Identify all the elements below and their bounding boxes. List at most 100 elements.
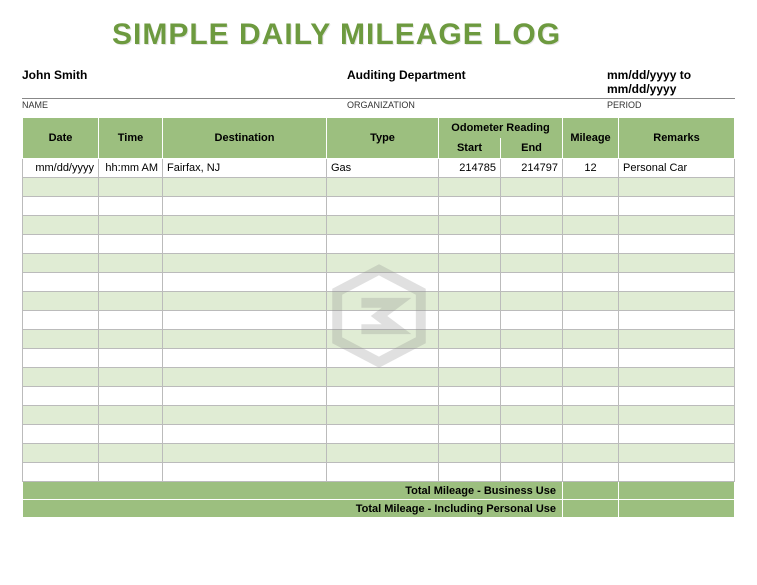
cell-mileage bbox=[563, 368, 619, 387]
cell-mileage bbox=[563, 216, 619, 235]
cell-end bbox=[501, 368, 563, 387]
footer-blank bbox=[619, 482, 735, 500]
cell-remarks bbox=[619, 273, 735, 292]
footer-business-value bbox=[563, 482, 619, 500]
cell-mileage bbox=[563, 387, 619, 406]
table-row bbox=[23, 425, 735, 444]
col-odometer: Odometer Reading bbox=[439, 118, 563, 139]
cell-remarks bbox=[619, 254, 735, 273]
cell-start bbox=[439, 406, 501, 425]
period-value: mm/dd/yyyy to mm/dd/yyyy bbox=[607, 66, 735, 98]
cell-remarks bbox=[619, 216, 735, 235]
cell-start bbox=[439, 235, 501, 254]
cell-time bbox=[99, 216, 163, 235]
name-value: John Smith bbox=[22, 66, 347, 98]
cell-remarks bbox=[619, 349, 735, 368]
cell-end bbox=[501, 387, 563, 406]
cell-destination bbox=[163, 235, 327, 254]
cell-destination bbox=[163, 216, 327, 235]
cell-date bbox=[23, 349, 99, 368]
cell-time bbox=[99, 235, 163, 254]
table-row bbox=[23, 368, 735, 387]
footer-business-label: Total Mileage - Business Use bbox=[23, 482, 563, 500]
cell-date bbox=[23, 273, 99, 292]
cell-remarks bbox=[619, 178, 735, 197]
table-row bbox=[23, 444, 735, 463]
col-mileage: Mileage bbox=[563, 118, 619, 159]
cell-end bbox=[501, 197, 563, 216]
cell-remarks bbox=[619, 463, 735, 482]
cell-remarks bbox=[619, 311, 735, 330]
cell-type bbox=[327, 330, 439, 349]
cell-type bbox=[327, 254, 439, 273]
cell-time bbox=[99, 463, 163, 482]
cell-destination bbox=[163, 197, 327, 216]
cell-time bbox=[99, 425, 163, 444]
cell-time bbox=[99, 311, 163, 330]
table-row bbox=[23, 387, 735, 406]
table-row bbox=[23, 197, 735, 216]
cell-destination bbox=[163, 330, 327, 349]
cell-time bbox=[99, 178, 163, 197]
cell-time bbox=[99, 444, 163, 463]
meta-values-row: John Smith Auditing Department mm/dd/yyy… bbox=[22, 66, 735, 99]
cell-end bbox=[501, 311, 563, 330]
cell-destination bbox=[163, 254, 327, 273]
cell-type bbox=[327, 406, 439, 425]
cell-start bbox=[439, 387, 501, 406]
cell-date bbox=[23, 463, 99, 482]
cell-type bbox=[327, 292, 439, 311]
table-body: mm/dd/yyyyhh:mm AMFairfax, NJGas21478521… bbox=[23, 159, 735, 482]
cell-time bbox=[99, 387, 163, 406]
col-end: End bbox=[501, 138, 563, 159]
cell-time bbox=[99, 292, 163, 311]
cell-start bbox=[439, 444, 501, 463]
table-row bbox=[23, 273, 735, 292]
cell-remarks bbox=[619, 330, 735, 349]
cell-mileage bbox=[563, 292, 619, 311]
table-row bbox=[23, 330, 735, 349]
cell-start bbox=[439, 273, 501, 292]
table-row bbox=[23, 406, 735, 425]
footer-business-row: Total Mileage - Business Use bbox=[23, 482, 735, 500]
table-row bbox=[23, 178, 735, 197]
table-header: Date Time Destination Type Odometer Read… bbox=[23, 118, 735, 159]
meta-labels-row: NAME ORGANIZATION PERIOD bbox=[22, 99, 735, 111]
cell-mileage bbox=[563, 330, 619, 349]
cell-type bbox=[327, 311, 439, 330]
cell-date bbox=[23, 178, 99, 197]
cell-destination bbox=[163, 406, 327, 425]
table-row bbox=[23, 463, 735, 482]
cell-date bbox=[23, 330, 99, 349]
cell-destination bbox=[163, 178, 327, 197]
cell-date: mm/dd/yyyy bbox=[23, 159, 99, 178]
cell-mileage bbox=[563, 235, 619, 254]
cell-mileage bbox=[563, 425, 619, 444]
cell-start bbox=[439, 254, 501, 273]
cell-start bbox=[439, 311, 501, 330]
table-row bbox=[23, 254, 735, 273]
table-row bbox=[23, 235, 735, 254]
footer-personal-row: Total Mileage - Including Personal Use bbox=[23, 500, 735, 518]
cell-mileage bbox=[563, 463, 619, 482]
cell-mileage bbox=[563, 273, 619, 292]
cell-type: Gas bbox=[327, 159, 439, 178]
cell-remarks bbox=[619, 387, 735, 406]
cell-type bbox=[327, 178, 439, 197]
cell-start bbox=[439, 178, 501, 197]
cell-destination bbox=[163, 444, 327, 463]
cell-type bbox=[327, 197, 439, 216]
cell-time bbox=[99, 368, 163, 387]
cell-mileage bbox=[563, 254, 619, 273]
org-value: Auditing Department bbox=[347, 66, 607, 98]
table-row bbox=[23, 311, 735, 330]
cell-type bbox=[327, 273, 439, 292]
cell-mileage bbox=[563, 311, 619, 330]
cell-end bbox=[501, 235, 563, 254]
cell-destination bbox=[163, 463, 327, 482]
cell-date bbox=[23, 235, 99, 254]
cell-remarks bbox=[619, 368, 735, 387]
cell-date bbox=[23, 368, 99, 387]
cell-time: hh:mm AM bbox=[99, 159, 163, 178]
cell-time bbox=[99, 349, 163, 368]
